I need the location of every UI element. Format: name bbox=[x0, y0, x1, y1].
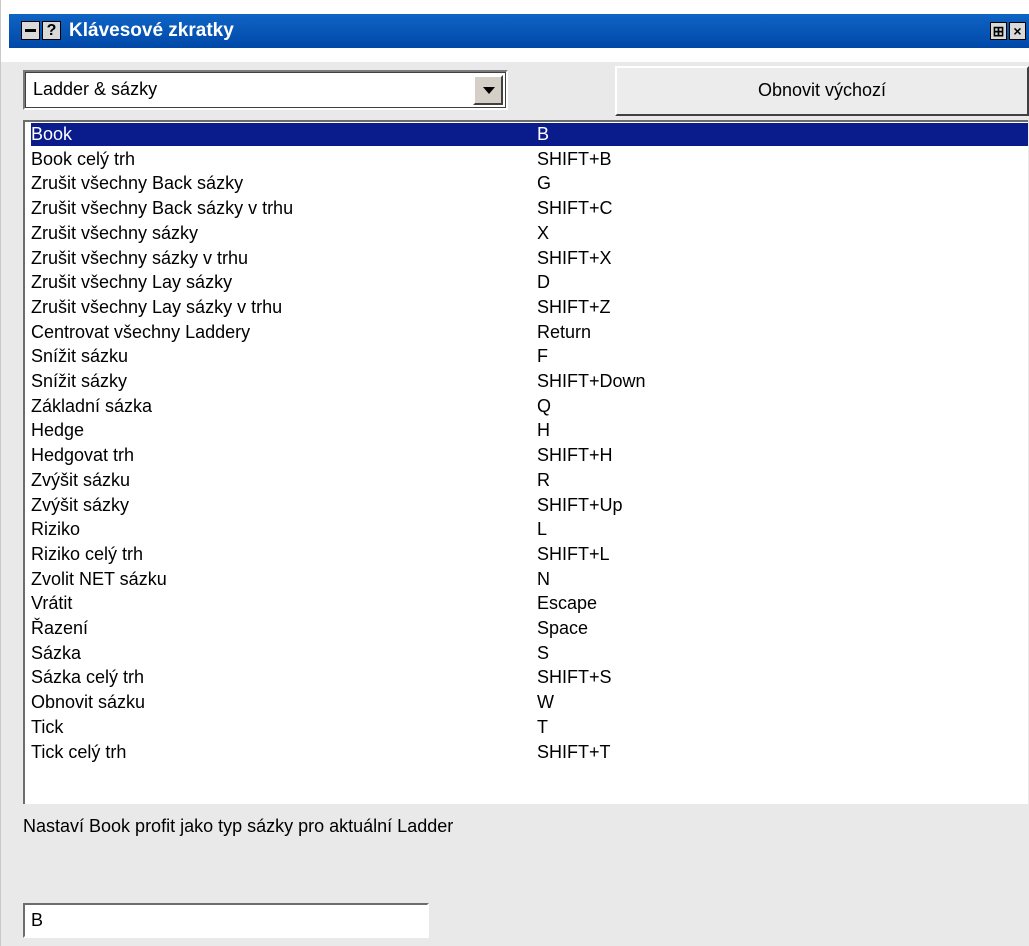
shortcut-row[interactable]: Snížit sázku F bbox=[31, 345, 1028, 368]
shortcut-row[interactable]: Tick T bbox=[31, 716, 1028, 739]
shortcut-action: Snížit sázku bbox=[31, 346, 129, 367]
help-icon[interactable]: ? bbox=[42, 21, 61, 40]
shortcut-key: Q bbox=[537, 395, 552, 416]
shortcut-row[interactable]: Zvýšit sázku R bbox=[31, 469, 1028, 492]
shortcut-action: Riziko celý trh bbox=[31, 543, 144, 564]
shortcut-action: Zvýšit sázku bbox=[31, 469, 131, 490]
shortcut-key: Space bbox=[537, 618, 589, 638]
shortcut-key: G bbox=[537, 173, 552, 194]
shortcut-row[interactable]: Riziko celý trh SHIFT+L bbox=[31, 543, 1028, 566]
shortcut-action: Řazení bbox=[31, 618, 89, 638]
shortcut-key: X bbox=[537, 222, 550, 243]
shortcut-row[interactable]: Book B bbox=[31, 123, 1028, 146]
shortcut-row[interactable]: Zrušit všechny Back sázky G bbox=[31, 172, 1028, 195]
shortcut-row[interactable]: Zrušit všechny sázky X bbox=[31, 222, 1028, 245]
window-title: Klávesové zkratky bbox=[69, 20, 234, 41]
shortcut-row[interactable]: Zvolit NET sázku N bbox=[31, 568, 1028, 591]
shortcut-action: Zrušit všechny Lay sázky v trhu bbox=[31, 296, 283, 317]
shortcut-row[interactable]: Zrušit všechny Back sázky v trhu SHIFT+C bbox=[31, 197, 1028, 220]
shortcut-action: Základní sázka bbox=[31, 395, 153, 416]
shortcut-action: Hedge bbox=[31, 420, 85, 441]
shortcut-key: N bbox=[537, 568, 550, 589]
shortcut-row[interactable]: Zrušit všechny sázky v trhu SHIFT+X bbox=[31, 247, 1028, 270]
shortcut-key: H bbox=[537, 420, 550, 441]
minimize-icon[interactable] bbox=[21, 21, 40, 40]
shortcut-key: R bbox=[537, 469, 550, 490]
shortcut-action: Zrušit všechny sázky v trhu bbox=[31, 247, 249, 268]
shortcut-action: Snížit sázky bbox=[31, 371, 128, 391]
shortcut-action: Zrušit všechny Back sázky bbox=[31, 173, 244, 194]
shortcut-action: Obnovit sázku bbox=[31, 692, 146, 713]
shortcut-row[interactable]: Snížit sázky SHIFT+Down bbox=[31, 370, 1028, 393]
shortcut-action: Zrušit všechny Lay sázky bbox=[31, 272, 233, 293]
shortcut-row[interactable]: Zrušit všechny Lay sázky D bbox=[31, 271, 1028, 294]
shortcut-key: Return bbox=[537, 321, 592, 342]
shortcut-action: Book bbox=[31, 124, 73, 144]
shortcut-key: Escape bbox=[537, 593, 598, 614]
shortcut-row[interactable]: Riziko L bbox=[31, 518, 1028, 541]
shortcut-row[interactable]: Centrovat všechny Laddery Return bbox=[31, 321, 1028, 344]
shortcut-key: F bbox=[537, 346, 548, 367]
title-bar: ? Klávesové zkratky ⊞ × bbox=[1, 0, 1029, 62]
shortcut-row[interactable]: Sázka celý trh SHIFT+S bbox=[31, 666, 1028, 689]
shortcut-action: Sázka bbox=[31, 642, 82, 663]
shortcut-key-input[interactable] bbox=[23, 903, 429, 938]
shortcut-row[interactable]: Řazení Space bbox=[31, 617, 1028, 640]
shortcut-key: SHIFT+Z bbox=[537, 296, 611, 317]
shortcut-key: SHIFT+T bbox=[537, 741, 611, 762]
category-select[interactable]: Ladder & sázky bbox=[23, 70, 508, 110]
shortcut-action: Zvolit NET sázku bbox=[31, 568, 167, 589]
shortcut-action: Tick celý trh bbox=[31, 741, 127, 762]
shortcut-row[interactable]: Zvýšit sázky SHIFT+Up bbox=[31, 494, 1028, 517]
shortcut-key: SHIFT+Up bbox=[537, 494, 623, 515]
shortcut-key: S bbox=[537, 642, 550, 663]
shortcut-key: SHIFT+X bbox=[537, 247, 612, 268]
shortcut-row[interactable]: Hedgovat trh SHIFT+H bbox=[31, 444, 1028, 467]
reset-defaults-button[interactable]: Obnovit výchozí bbox=[615, 66, 1029, 116]
shortcut-key: T bbox=[537, 716, 548, 737]
shortcut-action: Riziko bbox=[31, 519, 81, 540]
shortcut-action: Centrovat všechny Laddery bbox=[31, 321, 251, 342]
shortcut-action: Tick bbox=[31, 716, 64, 737]
shortcut-key: L bbox=[537, 519, 548, 540]
shortcut-key: SHIFT+Down bbox=[537, 371, 646, 391]
shortcut-action: Zrušit všechny sázky bbox=[31, 222, 199, 243]
pin-icon[interactable]: ⊞ bbox=[990, 22, 1007, 40]
shortcuts-window: ? Klávesové zkratky ⊞ × Ladder & sázky O… bbox=[0, 0, 1029, 946]
shortcut-key: SHIFT+C bbox=[537, 198, 613, 219]
shortcut-key: SHIFT+B bbox=[537, 148, 612, 169]
shortcut-action: Zrušit všechny Back sázky v trhu bbox=[31, 198, 294, 219]
shortcut-action: Zvýšit sázky bbox=[31, 494, 130, 515]
close-icon[interactable]: × bbox=[1009, 22, 1026, 40]
category-select-value: Ladder & sázky bbox=[33, 79, 158, 99]
shortcut-action: Sázka celý trh bbox=[31, 667, 145, 688]
shortcut-row[interactable]: Sázka S bbox=[31, 642, 1028, 665]
shortcut-row[interactable]: Obnovit sázku W bbox=[31, 691, 1028, 714]
shortcut-row[interactable]: Vrátit Escape bbox=[31, 592, 1028, 615]
shortcut-key: SHIFT+S bbox=[537, 667, 612, 688]
shortcut-list[interactable]: Book B Book celý trh SHIFT+B Zrušit všechny … bbox=[23, 120, 1028, 804]
shortcut-key: SHIFT+L bbox=[537, 543, 610, 564]
title-bar-strip: ? Klávesové zkratky ⊞ × bbox=[9, 14, 1029, 48]
shortcut-description: Nastaví Book profit jako typ sázky pro a… bbox=[23, 816, 454, 836]
shortcut-row[interactable]: Tick celý trh SHIFT+T bbox=[31, 741, 1028, 764]
shortcut-row[interactable]: Book celý trh SHIFT+B bbox=[31, 148, 1028, 171]
shortcut-row[interactable]: Hedge H bbox=[31, 419, 1028, 442]
shortcut-key: D bbox=[537, 272, 550, 293]
shortcut-row[interactable]: Zrušit všechny Lay sázky v trhu SHIFT+Z bbox=[31, 296, 1028, 319]
shortcut-action: Hedgovat trh bbox=[31, 445, 135, 466]
shortcut-action: Vrátit bbox=[31, 593, 73, 614]
shortcut-key: B bbox=[537, 124, 550, 144]
shortcut-action: Book celý trh bbox=[31, 148, 136, 169]
shortcut-key: W bbox=[537, 692, 554, 713]
shortcut-row[interactable]: Základní sázka Q bbox=[31, 395, 1028, 418]
chevron-down-icon[interactable] bbox=[473, 75, 503, 105]
shortcut-key: SHIFT+H bbox=[537, 445, 613, 466]
